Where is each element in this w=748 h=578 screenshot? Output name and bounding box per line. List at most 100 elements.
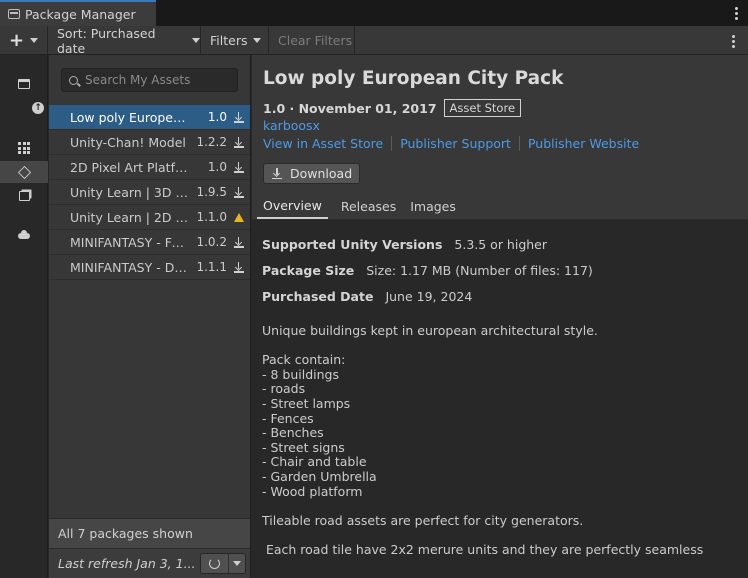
add-package-button[interactable]: + — [0, 26, 48, 55]
sidebar-item-built-in[interactable] — [0, 185, 48, 207]
overview-content: Supported Unity Versions 5.3.5 or higher… — [252, 220, 748, 578]
search-input[interactable] — [85, 73, 225, 87]
chevron-down-icon — [192, 38, 200, 43]
tab-overview[interactable]: Overview — [257, 193, 328, 219]
cloud-icon — [18, 230, 30, 239]
package-name: Unity Learn | 2D Beginner — [70, 209, 190, 225]
purchased-date-label: Purchased Date — [262, 289, 374, 304]
supported-versions-value: 5.3.5 or higher — [454, 237, 548, 252]
package-list-item[interactable]: MINIFANTASY - Dungeon 1.1.1 — [49, 255, 250, 280]
filters-label: Filters — [210, 33, 248, 48]
package-name: MINIFANTASY - Dungeon — [70, 259, 190, 275]
description-paragraph: Tileable road assets are perfect for cit… — [262, 512, 584, 528]
sort-label: Sort: Purchased date — [57, 25, 156, 56]
refresh-dropdown[interactable] — [229, 554, 245, 573]
detail-tabs: Overview Releases Images — [252, 193, 748, 220]
view-in-asset-store-link[interactable]: View in Asset Store — [263, 136, 393, 151]
publisher-website-link[interactable]: Publisher Website — [528, 136, 647, 151]
download-button[interactable]: Download — [263, 163, 361, 184]
package-description: Unique buildings kept in european archit… — [262, 323, 732, 572]
package-icon — [17, 165, 31, 179]
description-paragraph: Unique buildings kept in european archit… — [262, 323, 598, 338]
download-icon[interactable] — [233, 111, 244, 123]
refresh-icon — [209, 558, 220, 569]
package-size-label: Package Size — [262, 263, 355, 278]
sidebar: ↑ — [0, 55, 48, 578]
package-list-item[interactable]: MINIFANTASY - Forgotten Plains 1.0.2 — [49, 230, 250, 255]
purchased-date-value: June 19, 2024 — [385, 289, 473, 304]
download-icon[interactable] — [233, 161, 244, 173]
window-tab-title: Package Manager — [25, 6, 136, 22]
description-paragraph: Each road tile have 2x2 merure units and… — [262, 541, 704, 557]
package-links: View in Asset Store Publisher Support Pu… — [263, 136, 655, 151]
plus-icon: + — [9, 29, 25, 51]
tab-images[interactable]: Images — [404, 193, 462, 219]
source-badge: Asset Store — [443, 99, 522, 117]
sidebar-item-unity-registry[interactable] — [0, 137, 48, 159]
package-version: 1.0 — [207, 160, 227, 174]
clear-filters-button[interactable]: Clear Filters — [269, 26, 355, 55]
package-version-date: 1.0 · November 01, 2017 — [263, 100, 437, 116]
package-list-item[interactable]: 2D Pixel Art Platformer 1.0 — [49, 155, 250, 180]
package-version: 1.9.5 — [196, 185, 227, 199]
filters-dropdown[interactable]: Filters — [201, 26, 269, 55]
package-name: Unity Learn | 3D Game Kit — [70, 184, 190, 200]
download-icon[interactable] — [233, 186, 244, 198]
chevron-down-icon — [30, 38, 39, 43]
download-icon[interactable] — [233, 261, 244, 273]
project-icon — [18, 79, 30, 89]
chevron-down-icon — [253, 38, 262, 43]
clear-filters-label: Clear Filters — [278, 33, 353, 48]
tab-releases[interactable]: Releases — [335, 193, 402, 219]
sidebar-item-updates[interactable]: ↑ — [0, 97, 48, 119]
package-list-item[interactable]: Unity-Chan! Model 1.2.2 — [49, 130, 250, 155]
package-version: 1.0 — [207, 110, 227, 124]
author-link[interactable]: karboosx — [263, 118, 320, 133]
download-label: Download — [290, 166, 353, 181]
description-paragraph: Pack contain: - 8 buildings - roads - St… — [262, 352, 377, 499]
last-refresh-text: Last refresh Jan 3, 1... — [58, 556, 196, 571]
sidebar-item-in-project[interactable] — [0, 73, 48, 95]
download-icon[interactable] — [233, 136, 244, 148]
publisher-support-link[interactable]: Publisher Support — [400, 136, 520, 151]
sidebar-item-my-assets[interactable] — [0, 161, 48, 183]
package-details: Low poly European City Pack 1.0 · Novemb… — [252, 55, 748, 578]
package-name: Low poly European City Pack — [70, 109, 190, 125]
toolbar: + Sort: Purchased date Filters Clear Fil… — [0, 25, 748, 56]
package-count-bar: All 7 packages shown — [49, 518, 250, 548]
package-list-item[interactable]: Unity Learn | 2D Beginner 1.1.0 — [49, 205, 250, 230]
package-list-pane: Low poly European City Pack 1.0 Unity-Chan… — [49, 55, 251, 578]
refresh-bar: Last refresh Jan 3, 1... — [49, 548, 250, 578]
package-version: 1.0.2 — [196, 235, 227, 249]
package-version-line: 1.0 · November 01, 2017 Asset Store — [263, 99, 522, 117]
supported-versions-label: Supported Unity Versions — [262, 237, 443, 252]
package-version: 1.1.1 — [196, 260, 227, 274]
package-list-item[interactable]: Unity Learn | 3D Game Kit 1.9.5 — [49, 180, 250, 205]
builtin-icon — [18, 191, 30, 201]
search-box[interactable] — [61, 68, 238, 92]
window-tab[interactable]: Package Manager — [0, 0, 156, 26]
chevron-down-icon — [233, 561, 241, 566]
window-menu-icon[interactable] — [734, 7, 738, 20]
title-bar: Package Manager — [0, 0, 748, 26]
package-title: Low poly European City Pack — [263, 68, 564, 89]
package-version: 1.2.2 — [196, 135, 227, 149]
sort-dropdown[interactable]: Sort: Purchased date — [48, 25, 201, 56]
toolbar-menu-icon[interactable] — [731, 35, 735, 48]
download-icon[interactable] — [233, 236, 244, 248]
download-icon — [272, 168, 282, 179]
sidebar-item-services[interactable] — [0, 225, 48, 247]
package-size: Package Size Size: 1.17 MB (Number of fi… — [262, 263, 593, 278]
warning-icon[interactable] — [233, 211, 244, 223]
package-list: Low poly European City Pack 1.0 Unity-Chan… — [49, 105, 250, 280]
package-manager-icon — [8, 9, 20, 19]
package-version: 1.1.0 — [196, 210, 227, 224]
refresh-control — [200, 553, 246, 574]
package-list-item[interactable]: Low poly European City Pack 1.0 — [49, 105, 250, 130]
update-arrow-icon: ↑ — [32, 102, 44, 114]
package-count-text: All 7 packages shown — [58, 526, 193, 541]
refresh-button[interactable] — [201, 554, 229, 573]
package-name: Unity-Chan! Model — [70, 134, 186, 150]
package-size-value: Size: 1.17 MB (Number of files: 117) — [366, 263, 593, 278]
search-icon — [69, 75, 78, 85]
